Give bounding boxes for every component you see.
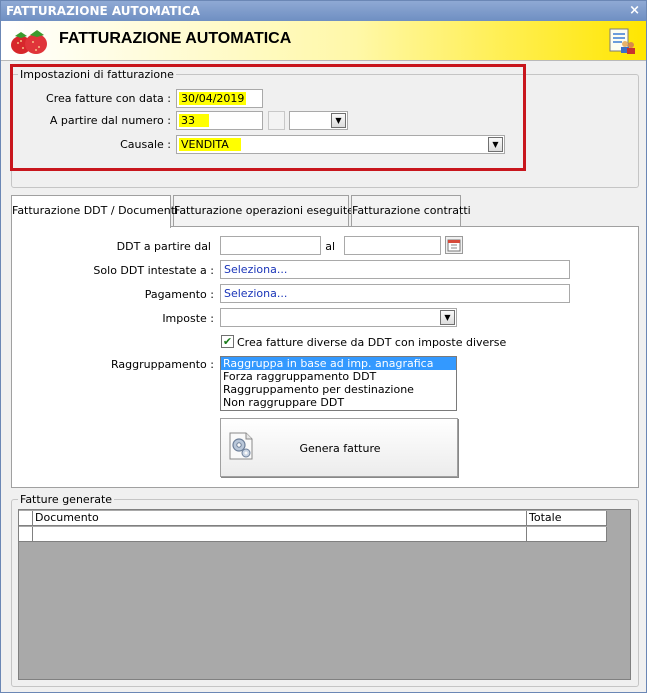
- diverse-checkbox-label: Crea fatture diverse da DDT con imposte …: [237, 336, 507, 349]
- chevron-down-icon[interactable]: ▼: [440, 310, 455, 325]
- main-window: FATTURAZIONE AUTOMATICA × FATTURAZIONE A…: [0, 0, 647, 693]
- genera-fatture-label: Genera fatture: [299, 442, 381, 455]
- header-title: FATTURAZIONE AUTOMATICA: [59, 30, 292, 47]
- header-banner: FATTURAZIONE AUTOMATICA: [1, 21, 646, 61]
- tax-select[interactable]: ▼: [220, 308, 457, 327]
- highlight-callout-box: [10, 64, 526, 171]
- totale-cell[interactable]: [527, 527, 607, 542]
- grid-header-row: Documento Totale: [19, 511, 607, 526]
- payment-field[interactable]: Seleziona...: [220, 284, 570, 303]
- tab-contratti[interactable]: Fatturazione contratti: [351, 195, 471, 227]
- ddt-from-label: DDT a partire dal: [116, 240, 211, 253]
- row-header-cell: [19, 511, 33, 526]
- close-icon[interactable]: ×: [629, 1, 640, 21]
- results-legend: Fatture generate: [20, 493, 113, 506]
- column-header-totale[interactable]: Totale: [527, 511, 607, 526]
- users-report-icon[interactable]: [608, 27, 636, 55]
- ddt-owner-field[interactable]: Seleziona...: [220, 260, 570, 279]
- grouping-option[interactable]: Raggruppamento per destinazione: [221, 383, 456, 396]
- grouping-option[interactable]: Forza raggruppamento DDT: [221, 370, 456, 383]
- column-header-documento[interactable]: Documento: [33, 511, 527, 526]
- table-row[interactable]: [19, 527, 607, 542]
- strawberry-logo-icon: [11, 30, 47, 54]
- grouping-label: Raggruppamento :: [110, 358, 214, 371]
- payment-label: Pagamento :: [144, 288, 214, 301]
- tab-operazioni-eseguite[interactable]: Fatturazione operazioni eseguite: [173, 195, 354, 227]
- calendar-icon: [447, 239, 461, 252]
- ddt-to-label: al: [325, 240, 335, 253]
- window-title: FATTURAZIONE AUTOMATICA: [6, 4, 200, 18]
- ddt-from-field[interactable]: [220, 236, 321, 255]
- grouping-option[interactable]: Raggruppa in base ad imp. anagrafica: [221, 357, 456, 370]
- genera-fatture-button[interactable]: Genera fatture: [220, 418, 458, 477]
- title-bar: FATTURAZIONE AUTOMATICA ×: [1, 1, 646, 21]
- results-grid[interactable]: Documento Totale: [18, 509, 631, 680]
- ddt-to-field[interactable]: [344, 236, 441, 255]
- documento-cell[interactable]: [33, 527, 527, 542]
- tab-ddt-documenti[interactable]: Fatturazione DDT / Documenti: [11, 195, 178, 228]
- row-header-cell: [19, 527, 33, 542]
- tax-label: Imposte :: [162, 312, 214, 325]
- ddt-owner-label: Solo DDT intestate a :: [93, 264, 214, 277]
- calendar-button[interactable]: [445, 236, 463, 254]
- grouping-listbox[interactable]: Raggruppa in base ad imp. anagrafica For…: [220, 356, 457, 411]
- diverse-checkbox[interactable]: ✔: [221, 335, 234, 348]
- grouping-option[interactable]: Non raggruppare DDT: [221, 396, 456, 409]
